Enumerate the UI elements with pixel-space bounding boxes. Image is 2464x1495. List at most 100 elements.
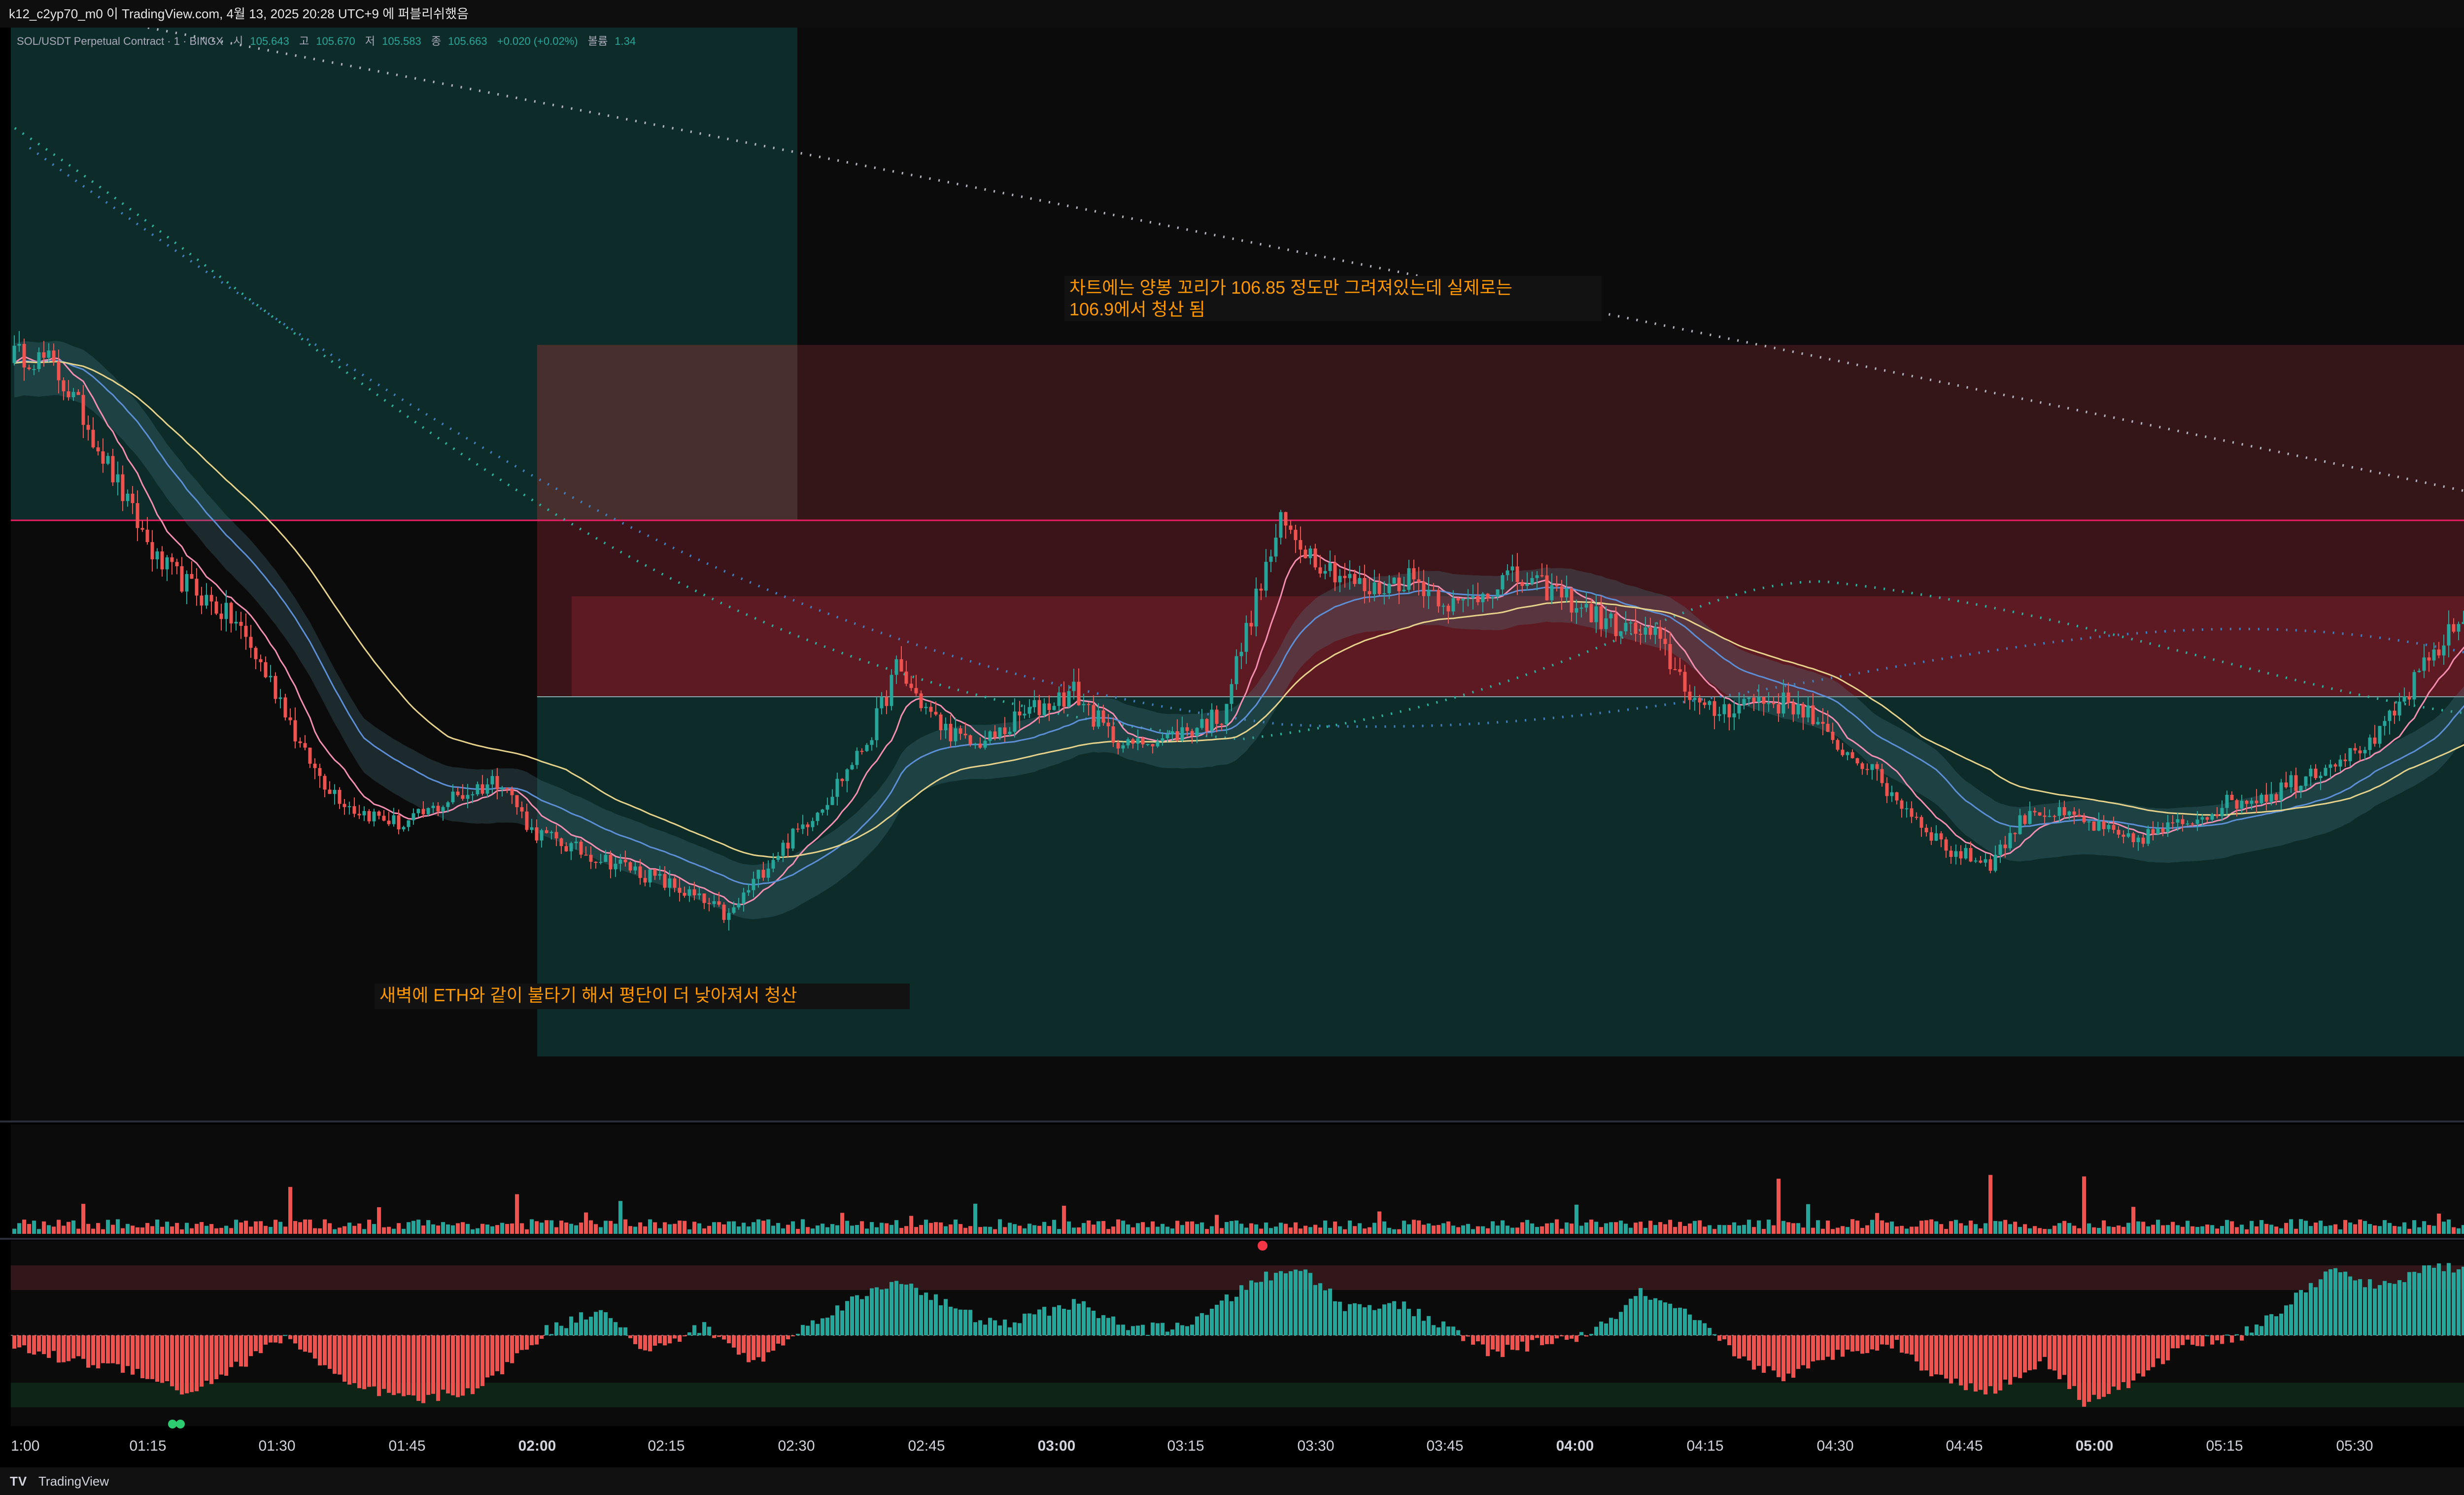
candle-body: [175, 562, 179, 567]
oscillator-bar: [1663, 1302, 1667, 1335]
oscillator-bar: [574, 1323, 578, 1335]
oscillator-bar: [564, 1328, 568, 1335]
volume-bar: [259, 1221, 263, 1234]
candle-body: [2462, 622, 2464, 624]
oscillator-bar: [382, 1335, 386, 1389]
oscillator-bar: [934, 1294, 938, 1335]
candle-body: [1545, 575, 1549, 601]
oscillator-bar: [1087, 1307, 1091, 1335]
legend-open: 105.643: [250, 35, 289, 47]
oscillator-bar: [288, 1335, 292, 1339]
candle-body: [949, 723, 953, 742]
volume-bar: [954, 1220, 958, 1234]
candle-body: [57, 361, 61, 380]
oscillator-bar: [998, 1325, 1002, 1335]
oscillator-bar: [397, 1335, 401, 1393]
volume-bar: [131, 1225, 135, 1234]
volume-bar: [2388, 1223, 2392, 1234]
candle-body: [604, 854, 608, 862]
candle-body: [1609, 613, 1613, 618]
oscillator-bar: [732, 1335, 736, 1348]
candle-body: [1289, 525, 1293, 530]
annotation-top-line1: 차트에는 양봉 꼬리가 106.85 정도만 그려져있는데 실제로는: [1069, 277, 1512, 298]
oscillator-bar: [845, 1301, 849, 1335]
oscillator-bar: [1131, 1326, 1135, 1335]
oscillator-bar: [1294, 1269, 1298, 1335]
candle-body: [1037, 700, 1041, 715]
volume-bar: [1067, 1221, 1071, 1234]
candle-body: [1634, 622, 1638, 634]
candle-body: [1446, 606, 1450, 612]
candle-body: [2407, 696, 2411, 700]
volume-bar: [1151, 1221, 1155, 1234]
candle-body: [2141, 837, 2145, 844]
candle-body: [234, 621, 238, 624]
volume-bar: [2008, 1224, 2012, 1234]
volume-bar: [850, 1225, 854, 1234]
oscillator-bar: [1023, 1314, 1027, 1335]
oscillator-bar: [1816, 1335, 1820, 1360]
candle-body: [697, 893, 701, 895]
oscillator-bar: [1831, 1335, 1835, 1360]
candle-body: [136, 503, 139, 528]
oscillator-bar: [643, 1335, 647, 1351]
volume-bar: [909, 1216, 913, 1234]
oscillator-bar: [2299, 1290, 2303, 1335]
candle-body: [160, 551, 164, 570]
candle-body: [791, 828, 795, 849]
candle-body: [1865, 769, 1869, 770]
legend-symbol[interactable]: SOL/USDT Perpetual Contract · 1 · BINGX: [17, 35, 223, 47]
volume-bar: [1244, 1227, 1248, 1234]
volume-bar: [17, 1223, 21, 1234]
candle-body: [1057, 692, 1061, 706]
candle-body: [131, 493, 135, 504]
oscillator-bar: [1072, 1299, 1076, 1335]
oscillator-bar: [1801, 1335, 1805, 1365]
candle-body: [737, 903, 741, 908]
tradingview-logo-icon[interactable]: TV: [10, 1467, 27, 1495]
volume-bar: [1343, 1229, 1347, 1234]
annotation-bottom[interactable]: 새벽에 ETH와 같이 불타기 해서 평단이 더 낮아져서 청산: [375, 984, 910, 1009]
candle-body: [1027, 707, 1031, 714]
candle-body: [1648, 627, 1652, 635]
volume-bar: [2230, 1221, 2234, 1234]
volume-bar: [1116, 1219, 1120, 1234]
candle-body: [2348, 748, 2352, 761]
volume-bar: [1915, 1226, 1918, 1234]
candle-body: [1303, 549, 1307, 558]
volume-bar: [1126, 1224, 1130, 1234]
volume-bar: [786, 1224, 790, 1234]
volume-bar: [1979, 1228, 1983, 1234]
oscillator-bar: [372, 1335, 376, 1387]
oscillator-bar: [702, 1322, 706, 1335]
volume-bar: [722, 1224, 726, 1234]
oscillator-bar: [1264, 1271, 1268, 1335]
volume-bar: [2053, 1225, 2056, 1234]
volume-bar: [623, 1219, 627, 1234]
candle-body: [2033, 811, 2037, 813]
volume-bar: [352, 1225, 356, 1234]
candle-body: [1230, 684, 1233, 704]
volume-bar: [446, 1224, 450, 1234]
annotation-top[interactable]: 차트에는 양봉 꼬리가 106.85 정도만 그려져있는데 실제로는 106.9…: [1064, 276, 1602, 321]
candle-body: [1998, 844, 2002, 855]
volume-bar: [1338, 1226, 1342, 1234]
volume-bar: [1111, 1226, 1115, 1234]
candle-body: [899, 659, 903, 672]
oscillator-bar: [894, 1281, 898, 1335]
volume-bar: [2013, 1222, 2017, 1234]
candle-body: [1047, 703, 1051, 710]
candle-body: [1708, 701, 1711, 705]
oscillator-bar: [1052, 1307, 1056, 1335]
oscillator-bar: [2264, 1315, 2268, 1335]
candle-body: [2018, 815, 2022, 834]
oscillator-bar: [717, 1335, 721, 1337]
candle-body: [549, 832, 553, 833]
oscillator-bar: [71, 1335, 75, 1359]
volume-bar: [1215, 1215, 1219, 1234]
candle-body: [1639, 634, 1643, 635]
candle-body: [2205, 817, 2209, 820]
price-chart[interactable]: 109.000108.500108.000107.600107.200106.8…: [0, 28, 2464, 1467]
candle-body: [1816, 721, 1820, 724]
volume-bar: [1057, 1229, 1061, 1234]
